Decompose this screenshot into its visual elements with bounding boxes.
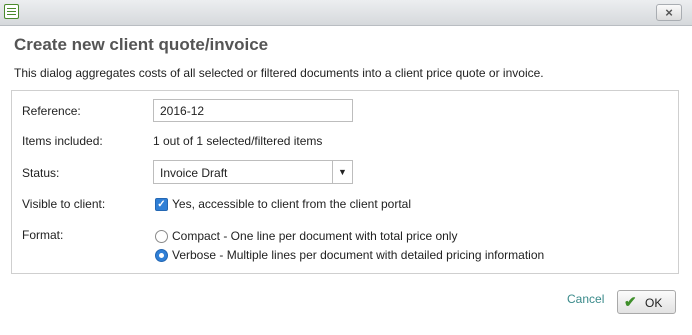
visible-to-client-checkbox[interactable]: ✓ <box>155 198 168 211</box>
visible-to-client-label: Visible to client: <box>22 197 106 211</box>
reference-input[interactable] <box>153 99 353 122</box>
dialog-description: This dialog aggregates costs of all sele… <box>14 66 544 80</box>
status-select[interactable]: Invoice Draft ▼ <box>153 160 353 184</box>
format-verbose-radio[interactable] <box>155 249 168 262</box>
items-included-label: Items included: <box>22 134 103 148</box>
ok-button-label: OK <box>645 296 663 310</box>
status-select-value: Invoice Draft <box>160 166 228 180</box>
window-titlebar: × <box>0 0 692 26</box>
format-compact-radio[interactable] <box>155 230 168 243</box>
status-label: Status: <box>22 166 60 180</box>
close-button[interactable]: × <box>656 4 682 21</box>
cancel-button[interactable]: Cancel <box>567 292 604 306</box>
dialog-title: Create new client quote/invoice <box>14 35 269 54</box>
chevron-down-icon[interactable]: ▼ <box>332 161 352 183</box>
list-window-icon <box>4 4 19 19</box>
reference-label: Reference: <box>22 104 81 118</box>
ok-button[interactable]: ✔ OK <box>617 290 676 314</box>
form-panel: Reference: Items included: 1 out of 1 se… <box>11 90 679 274</box>
format-label: Format: <box>22 228 64 242</box>
checkmark-icon: ✔ <box>624 294 637 311</box>
format-compact-label[interactable]: Compact - One line per document with tot… <box>172 229 457 243</box>
format-verbose-label[interactable]: Verbose - Multiple lines per document wi… <box>172 248 544 262</box>
visible-to-client-option-label[interactable]: Yes, accessible to client from the clien… <box>172 197 411 211</box>
items-included-value: 1 out of 1 selected/filtered items <box>153 134 323 148</box>
